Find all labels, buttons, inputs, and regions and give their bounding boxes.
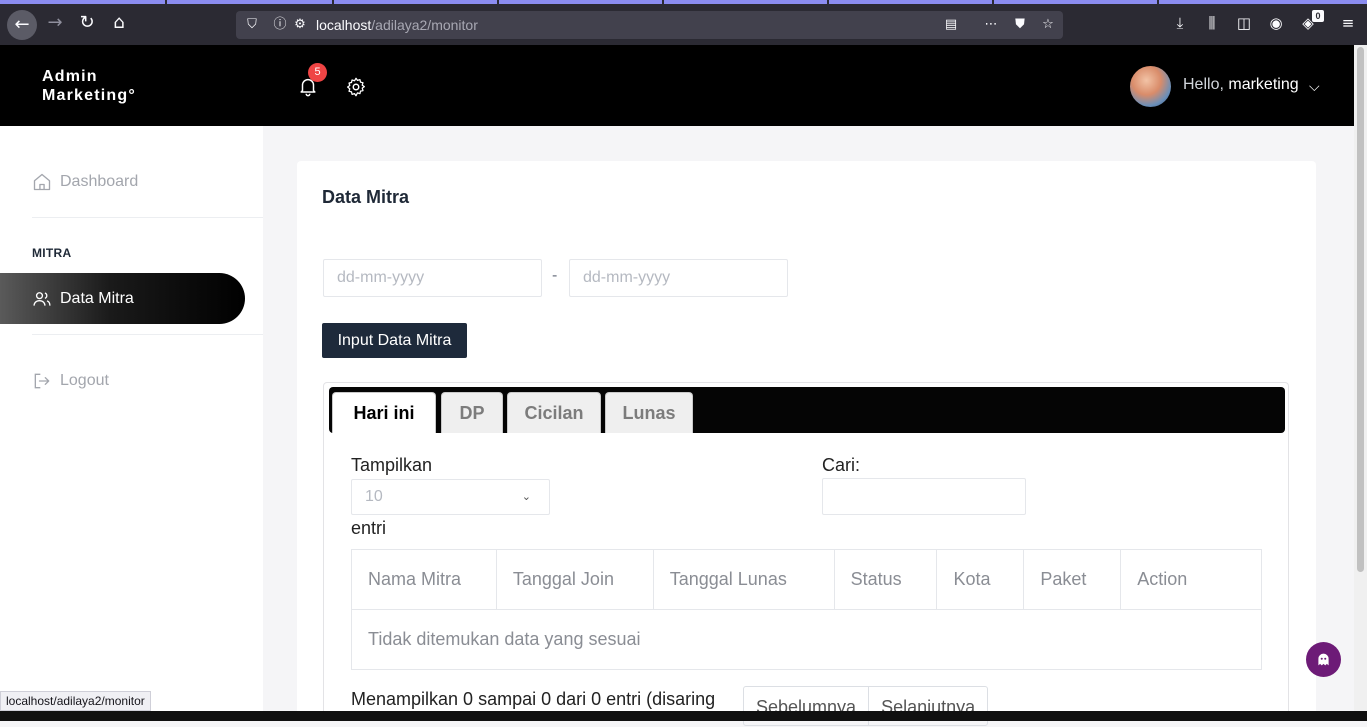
column-header[interactable]: Kota (936, 549, 1025, 610)
search-input[interactable] (822, 478, 1026, 515)
input-data-mitra-button[interactable]: Input Data Mitra (322, 323, 467, 358)
permissions-icon[interactable]: ⚙ (290, 15, 310, 35)
search-label: Cari: (822, 455, 861, 475)
column-header[interactable]: Nama Mitra (351, 549, 497, 610)
browser-toolbar: ← → ↻ ⌂ ⛉ ⓘ ⚙ localhost/adilaya2/monitor… (0, 0, 1367, 45)
home-button[interactable]: ⌂ (106, 10, 132, 36)
show-entries-label: Tampilkan (351, 455, 433, 475)
column-header[interactable]: Paket (1023, 549, 1122, 610)
date-separator: - (552, 267, 558, 284)
sidebar-item-dashboard[interactable]: Dashboard (32, 172, 138, 192)
logout-icon (34, 373, 50, 389)
sidebar-section-title: MITRA (32, 246, 72, 260)
back-button[interactable]: ← (7, 10, 37, 40)
entries-suffix-label: entri (351, 518, 387, 538)
tab-strip (0, 0, 1367, 4)
column-header[interactable]: Tanggal Lunas (652, 549, 835, 610)
url-text[interactable]: localhost/adilaya2/monitor (316, 17, 478, 33)
sidebar-item-data-mitra[interactable]: Data Mitra (0, 273, 245, 324)
status-bar-url: localhost/adilaya2/monitor (0, 691, 151, 711)
gear-icon[interactable] (345, 76, 367, 98)
avatar[interactable] (1130, 66, 1171, 107)
sidebar: Admin Marketing° Dashboard MITRA Data Mi… (0, 45, 263, 721)
page-title: Data Mitra (322, 187, 410, 207)
shield-icon[interactable]: ⛉ (242, 15, 262, 35)
reader-view-icon[interactable]: ▤ (941, 15, 961, 35)
column-header[interactable]: Action (1120, 549, 1262, 610)
menu-icon[interactable]: ≡ (1337, 12, 1359, 34)
scrollbar-thumb[interactable] (1357, 47, 1364, 572)
table-info-text: Menampilkan 0 sampai 0 dari 0 entri (dis… (351, 689, 716, 709)
sidebar-divider (32, 217, 263, 218)
library-icon[interactable]: ⫼ (1201, 12, 1223, 34)
entries-select[interactable]: 10 ⌄ (351, 479, 550, 515)
chevron-down-icon[interactable]: ⌵ (1309, 79, 1320, 95)
chat-widget-button[interactable] (1306, 642, 1341, 677)
sidebar-divider (32, 334, 263, 335)
account-icon[interactable]: ◉ (1265, 12, 1287, 34)
tab-cicilan[interactable]: Cicilan (507, 392, 601, 433)
page-scrollbar[interactable]: ▼ (1354, 45, 1367, 721)
sidebar-item-label: Dashboard (60, 173, 139, 190)
users-icon (33, 291, 51, 306)
sidebar-item-label: Logout (60, 372, 109, 389)
bookmark-star-icon[interactable]: ☆ (1038, 15, 1058, 35)
sidebar-toggle-icon[interactable]: ◫ (1233, 12, 1255, 34)
home-icon (33, 173, 51, 191)
data-mitra-card: Data Mitra dd-mm-yyyy - dd-mm-yyyy Input… (297, 161, 1316, 726)
download-icon[interactable]: ⤓ (1169, 12, 1191, 34)
pocket-icon[interactable]: ⛊ (1010, 15, 1030, 35)
column-header[interactable]: Tanggal Join (495, 549, 654, 610)
app-header: 5 Hello, marketing ⌵ (262, 45, 1354, 126)
tab-bar: Hari ini DP Cicilan Lunas (329, 387, 1285, 433)
date-to-input[interactable]: dd-mm-yyyy (569, 259, 788, 297)
mitra-table: Nama Mitra Tanggal Join Tanggal Lunas St… (351, 549, 1262, 670)
brand-block: Admin Marketing° (0, 45, 262, 126)
info-icon[interactable]: ⓘ (270, 15, 290, 35)
empty-table-message: Tidak ditemukan data yang sesuai (351, 609, 1262, 670)
table-row: Tidak ditemukan data yang sesuai (351, 609, 1262, 670)
url-bar[interactable]: ⛉ ⓘ ⚙ localhost/adilaya2/monitor ▤ ⋯ ⛊ ☆ (236, 11, 1063, 39)
forward-button[interactable]: → (42, 10, 68, 36)
sidebar-item-logout[interactable]: Logout (32, 371, 109, 391)
sidebar-item-label: Data Mitra (60, 289, 134, 307)
reload-button[interactable]: ↻ (74, 10, 100, 36)
notification-badge: 5 (308, 63, 327, 82)
chat-ghost-icon (1318, 653, 1329, 666)
chevron-down-icon: ⌄ (521, 490, 531, 503)
tab-dp[interactable]: DP (441, 392, 503, 433)
user-menu[interactable]: Hello, marketing (1183, 76, 1299, 94)
table-header-row: Nama Mitra Tanggal Join Tanggal Lunas St… (351, 549, 1262, 610)
os-taskbar (0, 711, 1367, 721)
date-from-input[interactable]: dd-mm-yyyy (323, 259, 542, 297)
tab-hari-ini[interactable]: Hari ini (332, 392, 436, 433)
tab-lunas[interactable]: Lunas (605, 392, 693, 433)
extension-badge: 0 (1312, 10, 1324, 22)
page-actions-icon[interactable]: ⋯ (981, 15, 1001, 35)
brand-logo-text[interactable]: Admin Marketing° (42, 67, 192, 105)
column-header[interactable]: Status (833, 549, 938, 610)
